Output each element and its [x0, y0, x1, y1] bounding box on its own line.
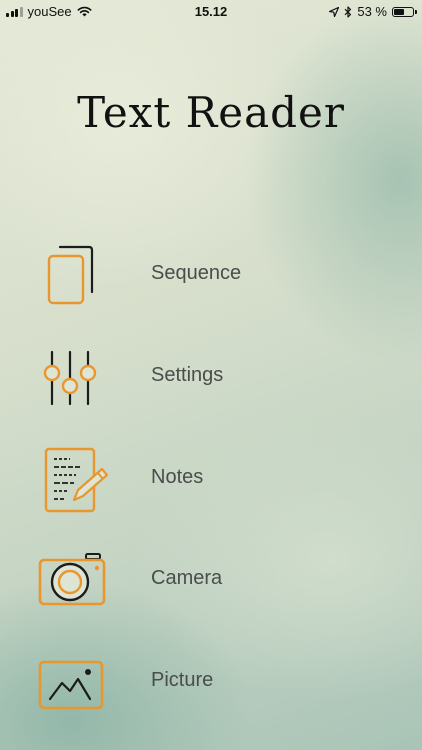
menu-item-label: Camera — [151, 567, 223, 589]
menu-item-camera[interactable]: Camera — [0, 539, 422, 619]
status-right: 53 % — [329, 4, 417, 19]
menu-item-label: Picture — [151, 669, 214, 691]
picture-icon — [38, 660, 104, 710]
status-bar: youSee 15.12 53 % — [0, 0, 422, 24]
menu-item-sequence[interactable]: Sequence — [0, 234, 422, 314]
menu-item-label: Notes — [151, 466, 204, 488]
battery-icon — [392, 6, 417, 17]
location-arrow-icon — [329, 6, 340, 17]
menu-item-notes[interactable]: Notes — [0, 438, 422, 518]
app-title: Text Reader — [77, 88, 345, 137]
menu-item-label: Settings — [151, 364, 224, 386]
menu-item-settings[interactable]: Settings — [0, 336, 422, 416]
sequence-icon — [47, 245, 94, 305]
notes-icon — [44, 447, 108, 513]
bluetooth-icon — [344, 5, 352, 18]
battery-percentage: 53 % — [357, 4, 387, 19]
menu-item-label: Sequence — [151, 262, 242, 284]
camera-icon — [38, 553, 106, 606]
menu-item-picture[interactable]: Picture — [0, 641, 422, 721]
sliders-icon — [43, 350, 97, 406]
